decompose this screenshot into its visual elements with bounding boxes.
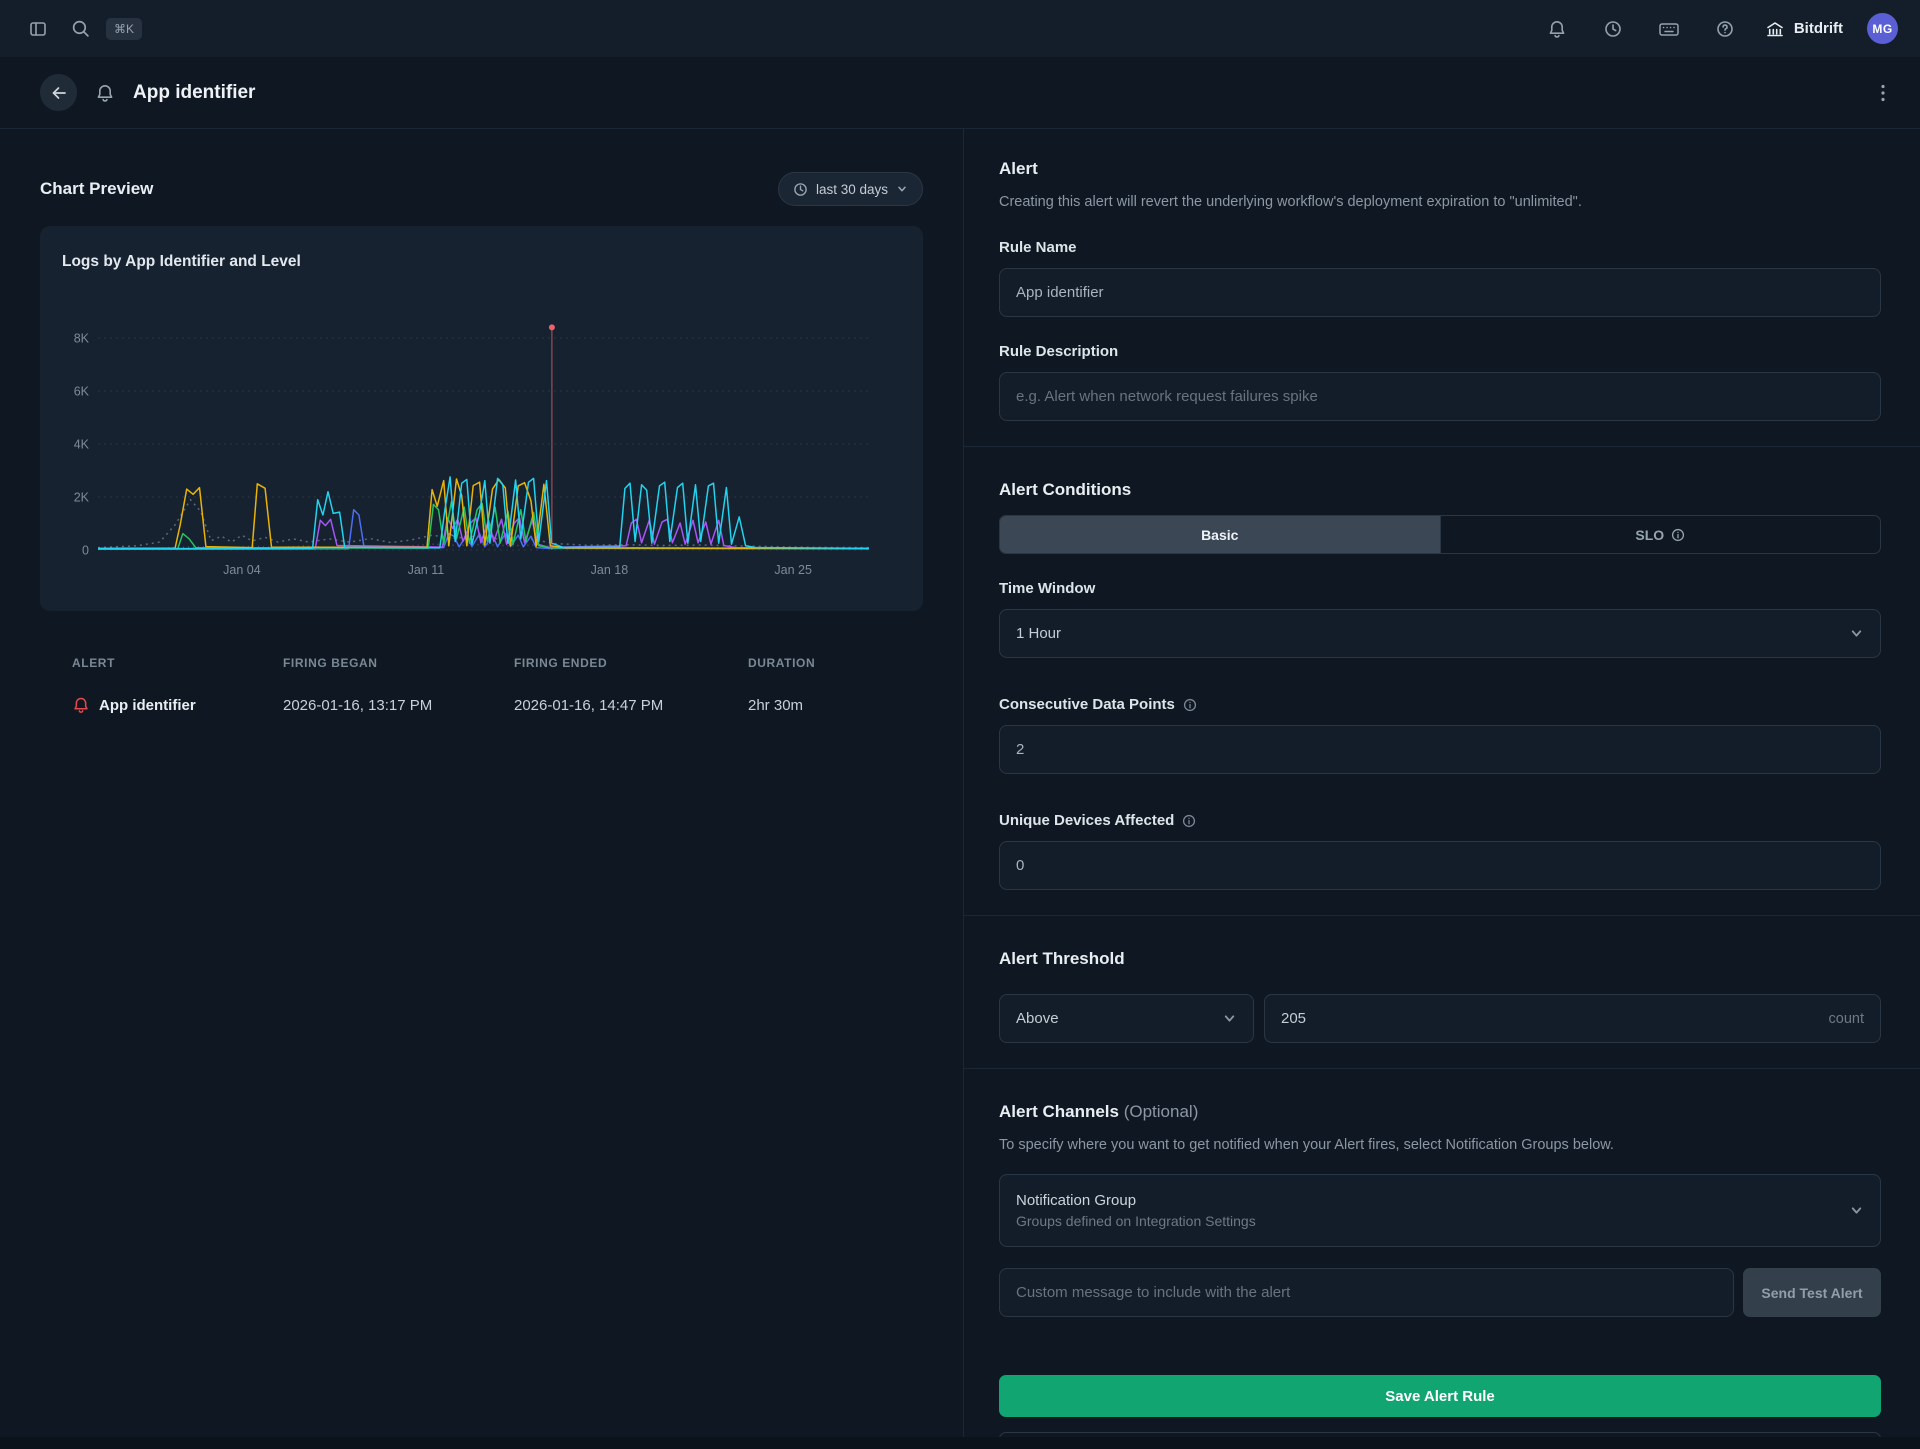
- tab-slo[interactable]: SLO: [1440, 516, 1881, 553]
- notification-group-select[interactable]: Notification Group Groups defined on Int…: [999, 1174, 1881, 1247]
- info-icon: [1183, 698, 1197, 712]
- save-alert-rule-button[interactable]: Save Alert Rule: [999, 1375, 1881, 1417]
- alert-channels-description: To specify where you want to get notifie…: [999, 1135, 1881, 1156]
- rule-description-input[interactable]: [999, 372, 1881, 421]
- svg-text:8K: 8K: [74, 332, 90, 346]
- search-button[interactable]: [64, 13, 96, 45]
- clock-icon: [793, 182, 808, 197]
- search-icon: [71, 19, 90, 38]
- back-button[interactable]: [40, 74, 77, 111]
- alerts-table: ALERT FIRING BEGAN FIRING ENDED DURATION…: [40, 656, 923, 714]
- alert-conditions-heading: Alert Conditions: [999, 480, 1881, 500]
- time-window-label: Time Window: [999, 580, 1881, 597]
- org-switcher[interactable]: Bitdrift: [1765, 19, 1843, 39]
- send-test-alert-button[interactable]: Send Test Alert: [1743, 1268, 1881, 1317]
- time-window-value: 1 Hour: [1016, 625, 1061, 642]
- keyboard-icon: [1658, 19, 1680, 39]
- unique-devices-affected-label: Unique Devices Affected: [999, 812, 1881, 829]
- firing-began-value: 2026-01-16, 13:17 PM: [283, 697, 514, 714]
- info-icon: [1671, 528, 1685, 542]
- conditions-segmented-control: Basic SLO: [999, 515, 1881, 554]
- keyboard-shortcuts-button[interactable]: [1653, 13, 1685, 45]
- page-title: App identifier: [133, 82, 255, 104]
- page-header: App identifier: [0, 57, 1920, 129]
- rule-name-input[interactable]: [999, 268, 1881, 317]
- help-icon: [1715, 19, 1735, 39]
- alert-threshold-heading: Alert Threshold: [999, 949, 1881, 969]
- alert-heading: Alert: [999, 159, 1881, 179]
- chevron-down-icon: [1849, 1203, 1864, 1218]
- col-duration: DURATION: [748, 656, 923, 670]
- threshold-comparator-select[interactable]: Above: [999, 994, 1254, 1043]
- kebab-menu-button[interactable]: [1876, 79, 1890, 107]
- top-nav: ⌘K Bitdrift MG: [0, 0, 1920, 57]
- alert-rule-icon: [95, 83, 115, 103]
- duration-value: 2hr 30m: [748, 697, 923, 714]
- consecutive-data-points-input[interactable]: [999, 725, 1881, 774]
- unique-devices-affected-input[interactable]: [999, 841, 1881, 890]
- cancel-button[interactable]: Cancel: [999, 1432, 1881, 1437]
- bell-icon: [1547, 19, 1567, 39]
- alert-name: App identifier: [99, 697, 196, 714]
- notification-group-title: Notification Group: [1016, 1192, 1256, 1209]
- bank-icon: [1765, 19, 1785, 39]
- rule-name-label: Rule Name: [999, 239, 1881, 256]
- bottom-edge: [0, 1437, 1920, 1449]
- clock-icon: [1603, 19, 1623, 39]
- col-firing-began: FIRING BEGAN: [283, 656, 514, 670]
- kebab-icon: [1880, 83, 1886, 103]
- nav-left: ⌘K: [22, 13, 142, 45]
- alert-form-panel: Alert Creating this alert will revert th…: [964, 129, 1920, 1437]
- table-row[interactable]: App identifier 2026-01-16, 13:17 PM 2026…: [40, 696, 923, 714]
- svg-text:4K: 4K: [74, 438, 90, 452]
- sidebar-icon: [28, 19, 48, 39]
- threshold-unit: count: [1829, 1011, 1864, 1027]
- col-firing-ended: FIRING ENDED: [514, 656, 748, 670]
- history-button[interactable]: [1597, 13, 1629, 45]
- consecutive-data-points-label: Consecutive Data Points: [999, 696, 1881, 713]
- chart-preview-title: Chart Preview: [40, 179, 153, 199]
- chart-card: Logs by App Identifier and Level 0 2K 4K 6K…: [40, 226, 923, 611]
- notifications-button[interactable]: [1541, 13, 1573, 45]
- search-shortcut[interactable]: ⌘K: [106, 18, 142, 40]
- time-range-button[interactable]: last 30 days: [778, 172, 923, 206]
- svg-text:Jan 18: Jan 18: [591, 563, 629, 577]
- info-icon: [1182, 814, 1196, 828]
- chart-preview-panel: Chart Preview last 30 days Logs by App I…: [0, 129, 964, 1437]
- optional-label: (Optional): [1124, 1102, 1199, 1121]
- alert-description: Creating this alert will revert the unde…: [999, 192, 1881, 213]
- chevron-down-icon: [896, 183, 908, 195]
- firing-ended-value: 2026-01-16, 14:47 PM: [514, 697, 748, 714]
- nav-right: Bitdrift MG: [1541, 13, 1898, 45]
- alert-channels-heading: Alert Channels (Optional): [999, 1102, 1881, 1122]
- chevron-down-icon: [1222, 1011, 1237, 1026]
- threshold-value-field: count: [1264, 994, 1881, 1043]
- time-range-label: last 30 days: [816, 182, 888, 197]
- svg-text:0: 0: [82, 544, 89, 558]
- threshold-comparator-value: Above: [1016, 1010, 1059, 1027]
- svg-text:6K: 6K: [74, 385, 90, 399]
- alarm-icon: [72, 696, 90, 714]
- chevron-down-icon: [1849, 626, 1864, 641]
- custom-message-input[interactable]: [999, 1268, 1734, 1317]
- help-button[interactable]: [1709, 13, 1741, 45]
- logs-chart: 0 2K 4K 6K 8K Jan 04 Jan 11 Jan 18 Jan 25: [62, 284, 902, 584]
- sidebar-toggle-button[interactable]: [22, 13, 54, 45]
- main-content: Chart Preview last 30 days Logs by App I…: [0, 129, 1920, 1437]
- table-header: ALERT FIRING BEGAN FIRING ENDED DURATION: [40, 656, 923, 670]
- rule-description-label: Rule Description: [999, 343, 1881, 360]
- notification-group-subtitle: Groups defined on Integration Settings: [1016, 1213, 1256, 1229]
- svg-text:Jan 11: Jan 11: [408, 563, 445, 577]
- time-window-select[interactable]: 1 Hour: [999, 609, 1881, 658]
- threshold-value-input[interactable]: [1281, 1010, 1829, 1027]
- org-name: Bitdrift: [1794, 20, 1843, 37]
- svg-text:2K: 2K: [74, 491, 90, 505]
- avatar[interactable]: MG: [1867, 13, 1898, 44]
- chart-title: Logs by App Identifier and Level: [62, 252, 901, 272]
- arrow-left-icon: [50, 84, 68, 102]
- svg-text:Jan 04: Jan 04: [223, 563, 261, 577]
- col-alert: ALERT: [72, 656, 283, 670]
- svg-text:Jan 25: Jan 25: [774, 563, 812, 577]
- tab-basic[interactable]: Basic: [1000, 516, 1440, 553]
